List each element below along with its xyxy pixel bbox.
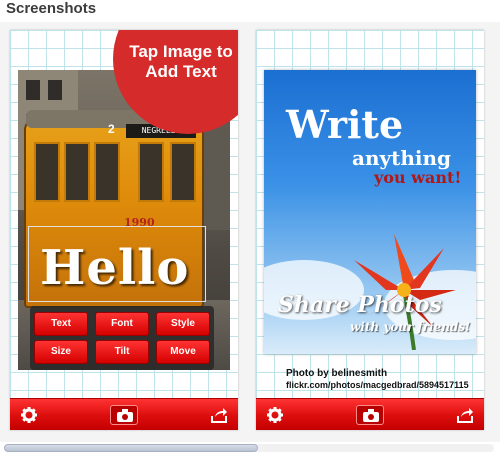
poster-line-5: with your friends! [350,320,471,334]
gear-icon[interactable] [266,406,284,424]
screenshot-2[interactable]: Write anything you want! Share Photos wi… [256,30,484,430]
screenshots-heading: Screenshots [6,0,97,17]
font-button[interactable]: Font [95,312,149,336]
tram-window [170,142,196,202]
text-button[interactable]: Text [34,312,88,336]
tram-window [64,142,90,202]
overlay-text[interactable]: Hello [40,240,189,296]
tram-route-number: 2 [108,122,115,136]
share-icon[interactable] [456,406,474,424]
screenshot-1[interactable]: NEGRELLI 2 1990 Tap Image to Add Text He… [10,30,238,430]
building-window [26,80,40,100]
photo-credit: Photo by belinesmith [286,368,388,379]
size-button[interactable]: Size [34,340,88,364]
bottom-toolbar [10,398,238,430]
gear-icon[interactable] [20,406,38,424]
poster-line-3: you want! [374,168,462,187]
camera-icon[interactable] [110,405,138,425]
poster-line-2: anything [352,146,452,170]
building-window [48,80,62,100]
poster-image[interactable]: Write anything you want! Share Photos wi… [264,70,476,354]
horizontal-scrollbar-thumb[interactable] [4,444,258,452]
camera-icon[interactable] [356,405,384,425]
edit-controls-panel: Text Font Style Size Tilt Move [30,306,214,370]
tram-window [34,142,60,202]
bottom-toolbar [256,398,484,430]
move-button[interactable]: Move [156,340,210,364]
share-icon[interactable] [210,406,228,424]
photo-credit-url: flickr.com/photos/macgedbrad/5894517115 [286,380,469,390]
tap-hint-text: Tap Image to Add Text [129,42,233,81]
poster-line-1: Write [286,102,404,147]
tram-window [94,142,120,202]
style-button[interactable]: Style [156,312,210,336]
tram-window [138,142,164,202]
poster-line-4: Share Photos [278,292,442,318]
tilt-button[interactable]: Tilt [95,340,149,364]
